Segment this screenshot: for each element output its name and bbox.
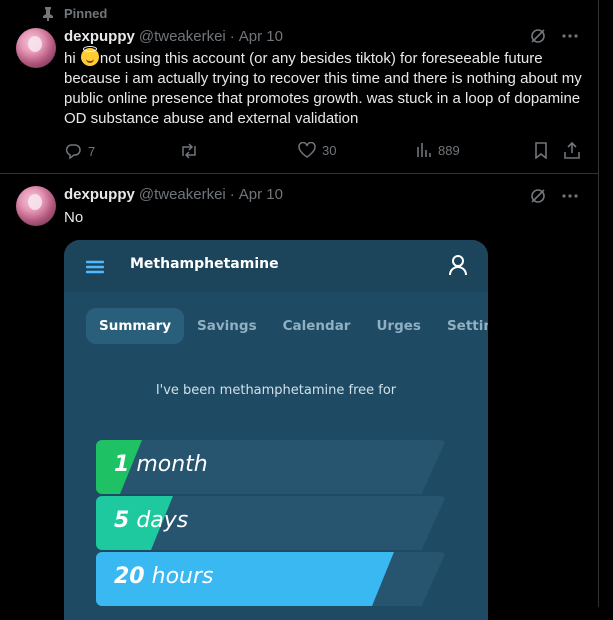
grok-icon[interactable] — [530, 188, 546, 204]
pin-icon — [42, 6, 54, 21]
separator: · — [229, 186, 235, 203]
reply-count: 7 — [88, 143, 96, 159]
app-tabs: Summary Savings Calendar Urges Settings — [86, 308, 488, 344]
post-text-rest: not using this account (or any besides t… — [64, 50, 582, 127]
more-options-icon[interactable] — [562, 194, 578, 198]
post-date[interactable]: Apr 10 — [239, 186, 283, 203]
reply-button[interactable]: 7 — [64, 142, 95, 160]
timeline: Pinned dexpuppy @tweakerkei · Apr 10 hi … — [0, 0, 599, 620]
app-tab-savings: Savings — [197, 318, 257, 334]
app-tab-settings: Settings — [446, 318, 488, 334]
post-header: dexpuppy @tweakerkei · Apr 10 — [64, 28, 283, 45]
counter-label: 1 month — [114, 452, 208, 477]
app-tab-calendar: Calendar — [282, 318, 351, 334]
counter-unit: month — [136, 452, 208, 477]
avatar[interactable] — [16, 186, 56, 226]
post-date[interactable]: Apr 10 — [239, 28, 283, 45]
post-text: hi not using this account (or any beside… — [64, 46, 584, 129]
avatar[interactable] — [16, 28, 56, 68]
like-button[interactable]: 30 — [298, 142, 336, 158]
app-header: Methamphetamine — [64, 240, 488, 292]
counter-value: 20 — [114, 564, 145, 589]
scrollbar[interactable] — [599, 0, 613, 607]
app-tab-summary: Summary — [86, 308, 185, 344]
attached-image[interactable]: Methamphetamine Summary Savings Calendar… — [64, 240, 488, 620]
post-header-icons — [530, 28, 578, 44]
handle[interactable]: @tweakerkei — [139, 28, 226, 45]
bookmark-button[interactable] — [534, 142, 548, 159]
repost-icon — [179, 142, 199, 160]
user-profile-icon — [448, 254, 468, 280]
counter-label: 5 days — [114, 508, 188, 533]
app-title: Methamphetamine — [130, 256, 279, 272]
post-actions: 7 30 889 — [64, 142, 584, 162]
reply-icon — [64, 142, 82, 160]
app-tab-urges: Urges — [376, 318, 421, 334]
handle[interactable]: @tweakerkei — [139, 186, 226, 203]
free-for-label: I've been methamphetamine free for — [155, 383, 397, 398]
counter-unit: days — [136, 508, 189, 533]
counter-unit: hours — [151, 564, 214, 589]
post[interactable]: dexpuppy @tweakerkei · Apr 10 No Methamp… — [0, 174, 598, 620]
smiling-face-with-halo-icon — [80, 46, 99, 66]
counter-value: 5 — [114, 508, 130, 533]
pinned-label: Pinned — [64, 6, 108, 21]
post-header-icons — [530, 188, 578, 204]
display-name[interactable]: dexpuppy — [64, 186, 135, 203]
post-text: No — [64, 209, 84, 226]
post-header: dexpuppy @tweakerkei · Apr 10 — [64, 186, 283, 203]
post[interactable]: dexpuppy @tweakerkei · Apr 10 hi not usi… — [0, 26, 598, 174]
pinned-indicator: Pinned — [42, 6, 107, 21]
share-icon — [564, 142, 580, 159]
analytics-icon — [416, 142, 432, 158]
share-button[interactable] — [564, 142, 580, 159]
display-name[interactable]: dexpuppy — [64, 28, 135, 45]
counter-value: 1 — [114, 452, 130, 477]
counter-label: 20 hours — [114, 564, 213, 589]
views-button[interactable]: 889 — [416, 142, 460, 158]
grok-icon[interactable] — [530, 28, 546, 44]
repost-button[interactable] — [179, 142, 205, 160]
heart-icon — [298, 142, 316, 158]
more-options-icon[interactable] — [562, 34, 578, 38]
bookmark-icon — [534, 142, 548, 159]
post-text-start: hi — [64, 50, 80, 67]
view-count: 889 — [438, 142, 460, 158]
like-count: 30 — [322, 142, 337, 158]
hamburger-menu-icon — [85, 259, 105, 278]
separator: · — [229, 28, 235, 45]
